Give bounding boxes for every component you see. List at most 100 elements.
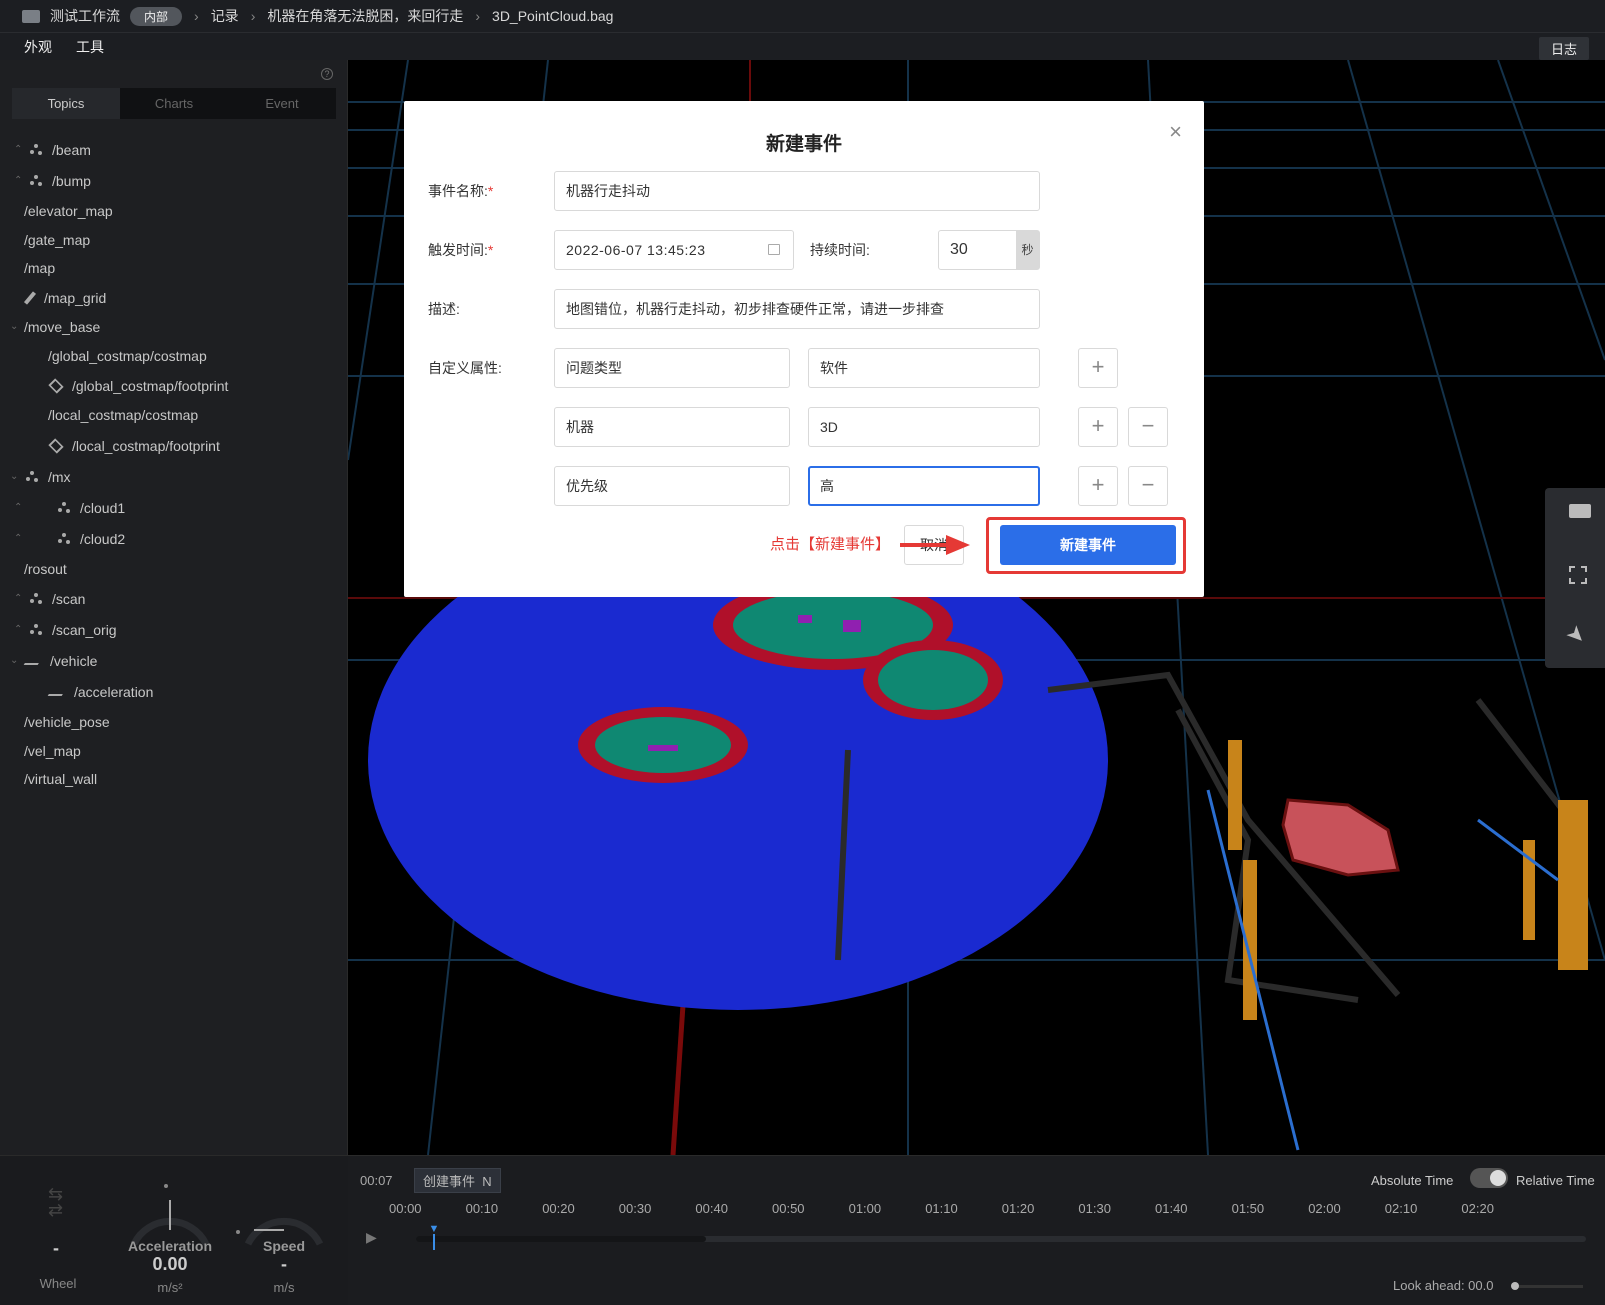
time-tick: 01:40 bbox=[1155, 1201, 1188, 1216]
timeline-track[interactable] bbox=[416, 1236, 1586, 1242]
topic-item[interactable]: /acceleration bbox=[47, 682, 153, 702]
menu-tools[interactable]: 工具 bbox=[76, 37, 104, 57]
time-tick: 00:10 bbox=[465, 1201, 499, 1216]
pointcloud-icon bbox=[30, 593, 44, 605]
speed-unit: m/s bbox=[273, 1280, 295, 1295]
topic-item[interactable]: ⌃/cloud1 bbox=[14, 498, 125, 518]
help-icon[interactable]: ? bbox=[321, 68, 333, 80]
chevron-up-icon[interactable]: ⌃ bbox=[14, 171, 30, 191]
time-tick: 02:00 bbox=[1308, 1201, 1341, 1216]
pointcloud-icon bbox=[30, 175, 44, 187]
attribute-key-input[interactable]: 机器 bbox=[554, 407, 790, 447]
time-mode-toggle[interactable] bbox=[1470, 1168, 1508, 1188]
add-attribute-button[interactable]: + bbox=[1078, 407, 1118, 447]
chevron-down-icon[interactable]: ⌄ bbox=[10, 317, 24, 337]
time-tick: 01:10 bbox=[925, 1201, 958, 1216]
chevron-up-icon[interactable]: ⌃ bbox=[14, 498, 58, 518]
line-chart-icon bbox=[23, 657, 43, 665]
topic-item[interactable]: /local_costmap/footprint bbox=[48, 436, 220, 456]
playhead-line bbox=[432, 1234, 435, 1250]
close-icon[interactable]: × bbox=[1169, 119, 1182, 145]
brush-icon bbox=[23, 291, 37, 305]
attribute-value-input[interactable]: 软件 bbox=[808, 348, 1040, 388]
topic-item[interactable]: /virtual_wall bbox=[24, 769, 97, 789]
topic-item[interactable]: ⌃/cloud2 bbox=[14, 529, 125, 549]
description-input[interactable]: 地图错位，机器行走抖动，初步排查硬件正常，请进一步排查 bbox=[554, 289, 1040, 329]
create-event-button[interactable]: 创建事件 N bbox=[414, 1168, 501, 1193]
topic-item[interactable]: /global_costmap/costmap bbox=[48, 346, 207, 366]
acceleration-title: Acceleration bbox=[127, 1238, 213, 1254]
log-button[interactable]: 日志 bbox=[1538, 37, 1589, 60]
custom-attributes-label: 自定义属性: bbox=[428, 360, 502, 376]
chevron-up-icon[interactable]: ⌃ bbox=[14, 529, 58, 549]
topic-item[interactable]: ⌃/beam bbox=[14, 140, 91, 160]
tab-topics[interactable]: Topics bbox=[12, 88, 120, 119]
create-event-dialog: 新建事件 × 事件名称:* 机器行走抖动 触发时间:* 2022-06-07 1… bbox=[404, 101, 1204, 597]
create-event-label: 创建事件 bbox=[423, 1174, 476, 1189]
chevron-down-icon[interactable]: ⌄ bbox=[10, 467, 26, 487]
add-attribute-button[interactable]: + bbox=[1078, 348, 1118, 388]
view-toolbar: ➤ bbox=[1545, 488, 1605, 668]
time-tick: 02:20 bbox=[1461, 1201, 1494, 1216]
pointcloud-icon bbox=[30, 144, 44, 156]
look-ahead-slider[interactable] bbox=[1511, 1282, 1583, 1290]
time-tick: 02:10 bbox=[1384, 1201, 1418, 1216]
topic-item[interactable]: /map_grid bbox=[23, 288, 106, 308]
event-name-input[interactable]: 机器行走抖动 bbox=[554, 171, 1040, 211]
add-attribute-button[interactable]: + bbox=[1078, 466, 1118, 506]
play-icon[interactable]: ▶ bbox=[366, 1229, 377, 1246]
topic-item[interactable]: /vehicle_pose bbox=[24, 712, 110, 732]
attribute-value-input[interactable]: 高 bbox=[808, 466, 1040, 506]
chevron-up-icon[interactable]: ⌃ bbox=[14, 620, 30, 640]
chevron-up-icon[interactable]: ⌃ bbox=[14, 140, 30, 160]
chevron-right-icon: › bbox=[194, 8, 199, 24]
topic-item[interactable]: ⌃/bump bbox=[14, 171, 91, 191]
breadcrumb-workspace[interactable]: 测试工作流 bbox=[50, 6, 120, 26]
pointcloud-icon bbox=[26, 471, 40, 483]
playback-timeline: 00:07 创建事件 N Absolute Time Relative Time… bbox=[348, 1155, 1605, 1305]
topic-item[interactable]: /global_costmap/footprint bbox=[48, 376, 228, 396]
camera-icon[interactable] bbox=[1569, 504, 1591, 518]
remove-attribute-button[interactable]: − bbox=[1128, 466, 1168, 506]
menu-appearance[interactable]: 外观 bbox=[24, 37, 52, 57]
topic-item[interactable]: /map bbox=[24, 258, 55, 278]
chevron-up-icon[interactable]: ⌃ bbox=[14, 589, 30, 609]
time-tick: 00:20 bbox=[542, 1201, 575, 1216]
dialog-title: 新建事件 bbox=[765, 134, 842, 155]
submit-create-event-button[interactable]: 新建事件 bbox=[1000, 525, 1176, 565]
wheel-label: Wheel bbox=[39, 1276, 77, 1291]
topic-item[interactable]: /elevator_map bbox=[24, 201, 113, 221]
trigger-time-picker[interactable]: 2022-06-07 13:45:23 bbox=[554, 230, 794, 270]
sidebar-tabs: Topics Charts Event bbox=[12, 88, 336, 119]
attribute-key-input[interactable]: 问题类型 bbox=[554, 348, 790, 388]
navigate-icon[interactable]: ➤ bbox=[1561, 619, 1592, 650]
topic-item[interactable]: /gate_map bbox=[24, 230, 90, 250]
chevron-right-icon: › bbox=[475, 8, 481, 24]
shortcut-key: N bbox=[482, 1174, 492, 1189]
attribute-key-input[interactable]: 优先级 bbox=[554, 466, 790, 506]
topic-item[interactable]: /local_costmap/costmap bbox=[48, 405, 198, 425]
topic-group[interactable]: ⌄/mx bbox=[10, 467, 71, 487]
current-time: 00:07 bbox=[360, 1173, 393, 1188]
top-bar: 测试工作流 内部 › 记录 › 机器在角落无法脱困，来回行走 › 3D_Poin… bbox=[0, 0, 1605, 32]
time-tick: 01:00 bbox=[848, 1201, 882, 1216]
fullscreen-icon[interactable] bbox=[1569, 566, 1587, 584]
breadcrumb-records[interactable]: 记录 bbox=[211, 6, 239, 26]
breadcrumb-record-name[interactable]: 机器在角落无法脱困，来回行走 bbox=[267, 6, 463, 26]
pointcloud-icon bbox=[58, 533, 72, 545]
chevron-down-icon[interactable]: ⌄ bbox=[10, 651, 26, 671]
topic-group[interactable]: ⌄/move_base bbox=[10, 317, 100, 337]
remove-attribute-button[interactable]: − bbox=[1128, 407, 1168, 447]
topic-item[interactable]: /rosout bbox=[24, 559, 67, 579]
topic-item[interactable]: ⌃/scan_orig bbox=[14, 620, 117, 640]
speed-title: Speed bbox=[262, 1238, 305, 1254]
chevron-right-icon: › bbox=[250, 8, 256, 24]
topic-group[interactable]: ⌄/vehicle bbox=[10, 651, 97, 671]
topic-item[interactable]: /vel_map bbox=[24, 741, 81, 761]
topic-item[interactable]: ⌃/scan bbox=[14, 589, 85, 609]
tab-event[interactable]: Event bbox=[228, 88, 336, 119]
calendar-icon[interactable] bbox=[768, 244, 780, 255]
attribute-value-input[interactable]: 3D bbox=[808, 407, 1040, 447]
look-ahead-label: Look ahead: 00.0 bbox=[1393, 1278, 1494, 1293]
tab-charts[interactable]: Charts bbox=[120, 88, 228, 119]
